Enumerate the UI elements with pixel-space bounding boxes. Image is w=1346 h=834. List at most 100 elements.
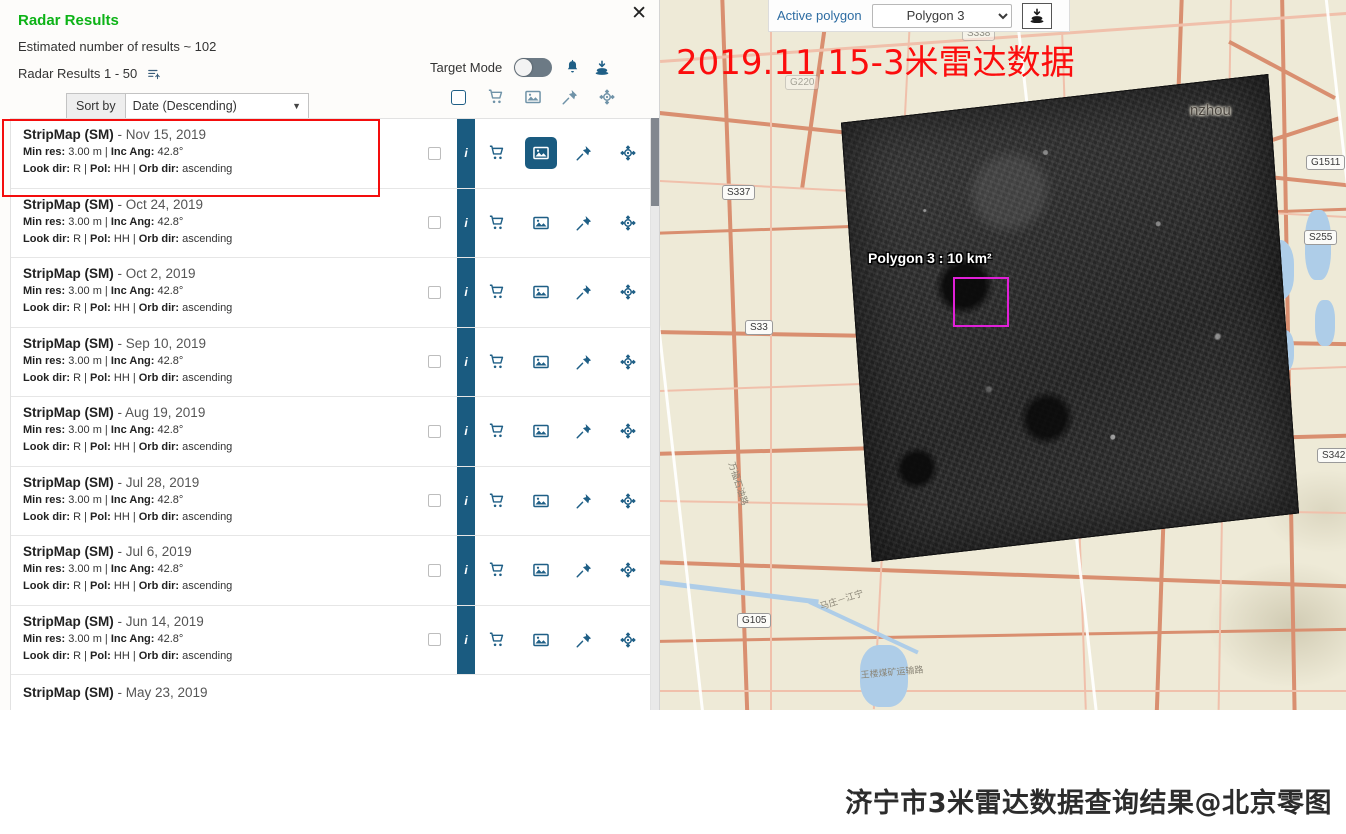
info-icon[interactable]: i: [457, 188, 475, 257]
pin-icon[interactable]: [568, 276, 600, 308]
image-icon[interactable]: [514, 88, 551, 106]
cart-icon[interactable]: [481, 207, 513, 239]
table-row[interactable]: StripMap (SM) - Aug 19, 2019 Min res: 3.…: [11, 397, 650, 467]
result-checkbox-cell[interactable]: [411, 606, 457, 675]
result-checkbox[interactable]: [427, 424, 441, 438]
select-all-checkbox[interactable]: [440, 89, 477, 105]
info-icon[interactable]: i: [457, 258, 475, 327]
result-checkbox[interactable]: [427, 494, 441, 508]
cart-icon[interactable]: [481, 624, 513, 656]
results-scrollbar-track[interactable]: [651, 118, 659, 710]
sort-control[interactable]: Sort by Date (Descending) ▼: [66, 93, 309, 119]
result-checkbox-cell[interactable]: [411, 328, 457, 397]
footprint-icon[interactable]: [612, 276, 644, 308]
image-icon[interactable]: [525, 207, 557, 239]
footprint-icon[interactable]: [588, 88, 625, 106]
result-checkbox-cell[interactable]: [411, 467, 457, 536]
active-polygon-select[interactable]: Polygon 3: [871, 3, 1012, 28]
footprint-glyph: [620, 284, 636, 301]
results-list[interactable]: StripMap (SM) - Nov 15, 2019 Min res: 3.…: [10, 118, 651, 710]
pin-icon[interactable]: [568, 485, 600, 517]
result-meta: StripMap (SM) - Oct 24, 2019 Min res: 3.…: [11, 189, 411, 258]
chevron-down-icon: ▼: [292, 101, 301, 111]
image-glyph: [532, 355, 549, 369]
cart-icon[interactable]: [481, 485, 513, 517]
table-row[interactable]: StripMap (SM) - Nov 15, 2019 Min res: 3.…: [11, 119, 650, 189]
pin-icon[interactable]: [568, 207, 600, 239]
cart-icon[interactable]: [477, 88, 514, 106]
footprint-icon[interactable]: [612, 554, 644, 586]
info-icon[interactable]: i: [457, 119, 475, 188]
cart-icon[interactable]: [481, 415, 513, 447]
pin-icon[interactable]: [568, 415, 600, 447]
image-icon[interactable]: [525, 415, 557, 447]
aoi-polygon-3[interactable]: [953, 277, 1009, 327]
select-all-box: [451, 89, 466, 105]
download-icon[interactable]: [593, 59, 611, 77]
info-icon[interactable]: i: [457, 466, 475, 535]
result-resolution-line: Min res: 3.00 m | Inc Ang: 42.8°: [23, 632, 184, 645]
image-icon[interactable]: [525, 485, 557, 517]
result-title: StripMap (SM) - Sep 10, 2019: [23, 335, 207, 351]
cart-icon[interactable]: [481, 346, 513, 378]
result-checkbox-cell[interactable]: [411, 397, 457, 466]
cart-glyph: [489, 423, 504, 438]
pin-icon[interactable]: [551, 88, 588, 106]
cart-icon[interactable]: [481, 276, 513, 308]
image-icon[interactable]: [524, 137, 557, 170]
result-checkbox[interactable]: [427, 146, 441, 160]
footprint-icon[interactable]: [612, 137, 644, 169]
download-button[interactable]: [1021, 2, 1052, 29]
table-row[interactable]: StripMap (SM) - May 23, 2019: [11, 675, 650, 710]
pin-glyph: [576, 215, 592, 231]
target-mode-toggle[interactable]: [514, 58, 553, 77]
table-row[interactable]: StripMap (SM) - Jul 6, 2019 Min res: 3.0…: [11, 536, 650, 606]
pin-icon[interactable]: [568, 137, 600, 169]
bell-icon[interactable]: [564, 59, 581, 76]
info-icon[interactable]: i: [457, 327, 475, 396]
image-icon[interactable]: [525, 346, 557, 378]
result-checkbox[interactable]: [427, 285, 441, 299]
results-range-text: Radar Results 1 - 50: [18, 66, 138, 81]
pin-icon[interactable]: [568, 346, 600, 378]
result-checkbox[interactable]: [427, 216, 441, 230]
cart-icon[interactable]: [481, 137, 513, 169]
result-checkbox-cell[interactable]: [411, 119, 457, 188]
footprint-icon[interactable]: [612, 624, 644, 656]
result-title: StripMap (SM) - Jul 28, 2019: [23, 474, 200, 490]
pin-icon[interactable]: [568, 624, 600, 656]
info-icon[interactable]: i: [457, 605, 475, 674]
result-geometry-line: Look dir: R | Pol: HH | Orb dir: ascendi…: [23, 302, 233, 314]
info-icon[interactable]: i: [457, 536, 475, 605]
pin-icon[interactable]: [568, 554, 600, 586]
cart-icon[interactable]: [481, 554, 513, 586]
result-checkbox[interactable]: [427, 563, 441, 577]
table-row[interactable]: StripMap (SM) - Sep 10, 2019 Min res: 3.…: [11, 327, 650, 397]
table-row[interactable]: StripMap (SM) - Jun 14, 2019 Min res: 3.…: [11, 605, 650, 675]
footprint-icon[interactable]: [612, 207, 644, 239]
table-row[interactable]: StripMap (SM) - Oct 2, 2019 Min res: 3.0…: [11, 258, 650, 328]
result-checkbox[interactable]: [427, 633, 441, 647]
table-row[interactable]: StripMap (SM) - Oct 24, 2019 Min res: 3.…: [11, 188, 650, 258]
image-glyph: [532, 146, 549, 160]
result-meta: StripMap (SM) - Nov 15, 2019 Min res: 3.…: [11, 119, 411, 188]
result-checkbox-cell[interactable]: [411, 258, 457, 327]
result-checkbox-cell[interactable]: [411, 536, 457, 605]
image-icon[interactable]: [525, 554, 557, 586]
result-checkbox[interactable]: [427, 355, 441, 369]
info-icon[interactable]: i: [457, 397, 475, 466]
result-checkbox-cell[interactable]: [411, 189, 457, 258]
footprint-icon[interactable]: [612, 485, 644, 517]
close-icon[interactable]: ✕: [631, 4, 647, 23]
footprint-icon[interactable]: [612, 415, 644, 447]
result-geometry-line: Look dir: R | Pol: HH | Orb dir: ascendi…: [23, 649, 233, 662]
list-options-icon[interactable]: [147, 67, 161, 81]
image-icon[interactable]: [525, 624, 557, 656]
map-canvas[interactable]: Polygon 3 : 10 km² nzhou S337 S33 G1511 …: [660, 0, 1346, 710]
results-scrollbar-thumb[interactable]: [651, 118, 659, 206]
footprint-icon[interactable]: [612, 346, 644, 378]
sort-by-select[interactable]: Date (Descending) ▼: [126, 99, 308, 113]
pin-glyph: [562, 89, 577, 105]
table-row[interactable]: StripMap (SM) - Jul 28, 2019 Min res: 3.…: [11, 466, 650, 536]
image-icon[interactable]: [525, 276, 557, 308]
